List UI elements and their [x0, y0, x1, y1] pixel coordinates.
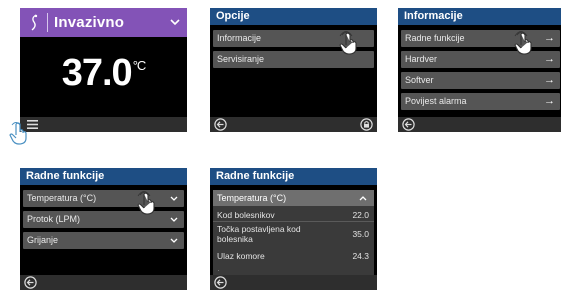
- section-label: Grijanje: [27, 235, 59, 245]
- screen-title: Radne funkcije: [210, 168, 377, 185]
- menu-item-label: Servisiranje: [217, 54, 265, 64]
- detail-row: Kod bolesnikov 22.0: [213, 210, 374, 222]
- arrow-right-icon: →: [544, 74, 555, 86]
- bottom-bar: [210, 275, 377, 290]
- bottom-bar: [20, 117, 187, 132]
- touch-hand-icon: [339, 31, 357, 55]
- row-divider: [213, 221, 374, 222]
- detail-value: 22.0: [352, 210, 369, 220]
- arrow-right-icon: →: [544, 32, 555, 44]
- section-label: Protok (LPM): [27, 214, 81, 224]
- section-grijanje[interactable]: Grijanje: [23, 232, 184, 249]
- options-screen: Opcije Informacije Servisiranje: [210, 8, 377, 132]
- menu-item-label: Informacije: [217, 33, 262, 43]
- temperature-details-panel: Kod bolesnikov 22.0 Točka postavljena ko…: [213, 206, 374, 275]
- chevron-down-icon: [170, 217, 178, 222]
- section-temperatura-expanded[interactable]: Temperatura (°C): [213, 190, 374, 206]
- menu-item-label: Hardver: [405, 54, 438, 64]
- section-label: Temperatura (°C): [217, 193, 287, 203]
- menu-item-hardver[interactable]: Hardver →: [401, 51, 560, 68]
- menu-item-softver[interactable]: Softver →: [401, 72, 560, 89]
- mode-label: Invazivno: [54, 14, 125, 31]
- screen-title: Radne funkcije: [20, 168, 187, 185]
- back-icon[interactable]: [402, 118, 415, 131]
- header-divider: [47, 13, 48, 32]
- arrow-right-icon: →: [544, 95, 555, 107]
- detail-value: 35.0: [352, 229, 369, 239]
- detail-row-partial: ·: [213, 265, 374, 271]
- arrow-right-icon: →: [544, 53, 555, 65]
- detail-label: Ulaz komore: [217, 251, 265, 261]
- temperature-value: 37.0: [61, 52, 133, 94]
- section-label: Temperatura (°C): [27, 193, 97, 203]
- working-functions-expanded-screen: Radne funkcije Temperatura (°C) Kod bole…: [210, 168, 377, 290]
- chevron-down-icon: [170, 196, 178, 201]
- main-display-screen: Invazivno 37.0°C: [20, 8, 187, 132]
- menu-item-label: Radne funkcije: [405, 33, 465, 43]
- bottom-bar: [398, 117, 561, 132]
- back-icon[interactable]: [214, 118, 227, 131]
- detail-label: Točka postavljena kod bolesnika: [217, 224, 301, 244]
- bottom-bar: [20, 275, 187, 290]
- chevron-down-icon[interactable]: [170, 17, 180, 27]
- chevron-up-icon: [359, 196, 367, 201]
- touch-hand-icon: [9, 122, 27, 145]
- detail-value: 24.3: [352, 251, 369, 261]
- temperature-readout: 37.0°C: [20, 52, 187, 95]
- catheter-mode-icon: [31, 14, 38, 31]
- menu-item-label: Softver: [405, 75, 434, 85]
- screen-title: Informacije: [398, 8, 561, 25]
- detail-row: Točka postavljena kod bolesnika: [213, 224, 323, 244]
- chevron-down-icon: [170, 238, 178, 243]
- bottom-bar: [210, 117, 377, 132]
- menu-item-radne-funkcije[interactable]: Radne funkcije →: [401, 30, 560, 47]
- detail-row: Ulaz komore 24.3: [213, 251, 374, 261]
- menu-item-povijest-alarma[interactable]: Povijest alarma →: [401, 93, 560, 110]
- touch-hand-icon: [137, 191, 155, 215]
- detail-label: Kod bolesnikov: [217, 210, 275, 220]
- touch-hand-icon: [514, 31, 532, 55]
- back-icon[interactable]: [214, 276, 227, 289]
- screen-title: Opcije: [210, 8, 377, 25]
- section-protok[interactable]: Protok (LPM): [23, 211, 184, 228]
- detail-label-partial: ·: [217, 265, 220, 271]
- menu-item-label: Povijest alarma: [405, 96, 467, 106]
- working-functions-screen: Radne funkcije Temperatura (°C) Protok (…: [20, 168, 187, 290]
- back-icon[interactable]: [24, 276, 37, 289]
- information-screen: Informacije Radne funkcije → Hardver → Sof…: [398, 8, 561, 132]
- temperature-unit: °C: [132, 58, 147, 73]
- mode-header[interactable]: Invazivno: [20, 8, 187, 37]
- lock-icon[interactable]: [360, 118, 373, 131]
- section-temperatura[interactable]: Temperatura (°C): [23, 190, 184, 207]
